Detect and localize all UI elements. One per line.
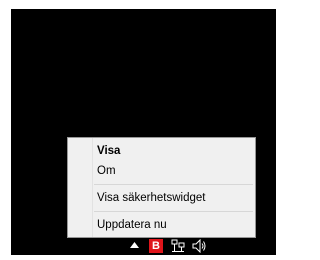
network-icon[interactable] [171,239,185,253]
desktop-area: Visa Om Visa säkerhetswidget Uppdatera n… [11,9,276,255]
system-tray: B [11,237,276,255]
bitdefender-icon[interactable]: B [149,239,163,253]
menu-separator [94,184,253,185]
menu-separator [94,211,253,212]
show-hidden-icons-arrow-icon[interactable] [130,242,139,248]
menu-item-visa[interactable]: Visa [68,141,255,161]
volume-icon[interactable] [192,239,207,253]
bitdefender-letter: B [152,240,160,252]
menu-item-om[interactable]: Om [68,161,255,181]
menu-item-visa-sakerhetswidget[interactable]: Visa säkerhetswidget [68,188,255,208]
context-menu: Visa Om Visa säkerhetswidget Uppdatera n… [67,137,256,238]
menu-item-uppdatera-nu[interactable]: Uppdatera nu [68,215,255,235]
